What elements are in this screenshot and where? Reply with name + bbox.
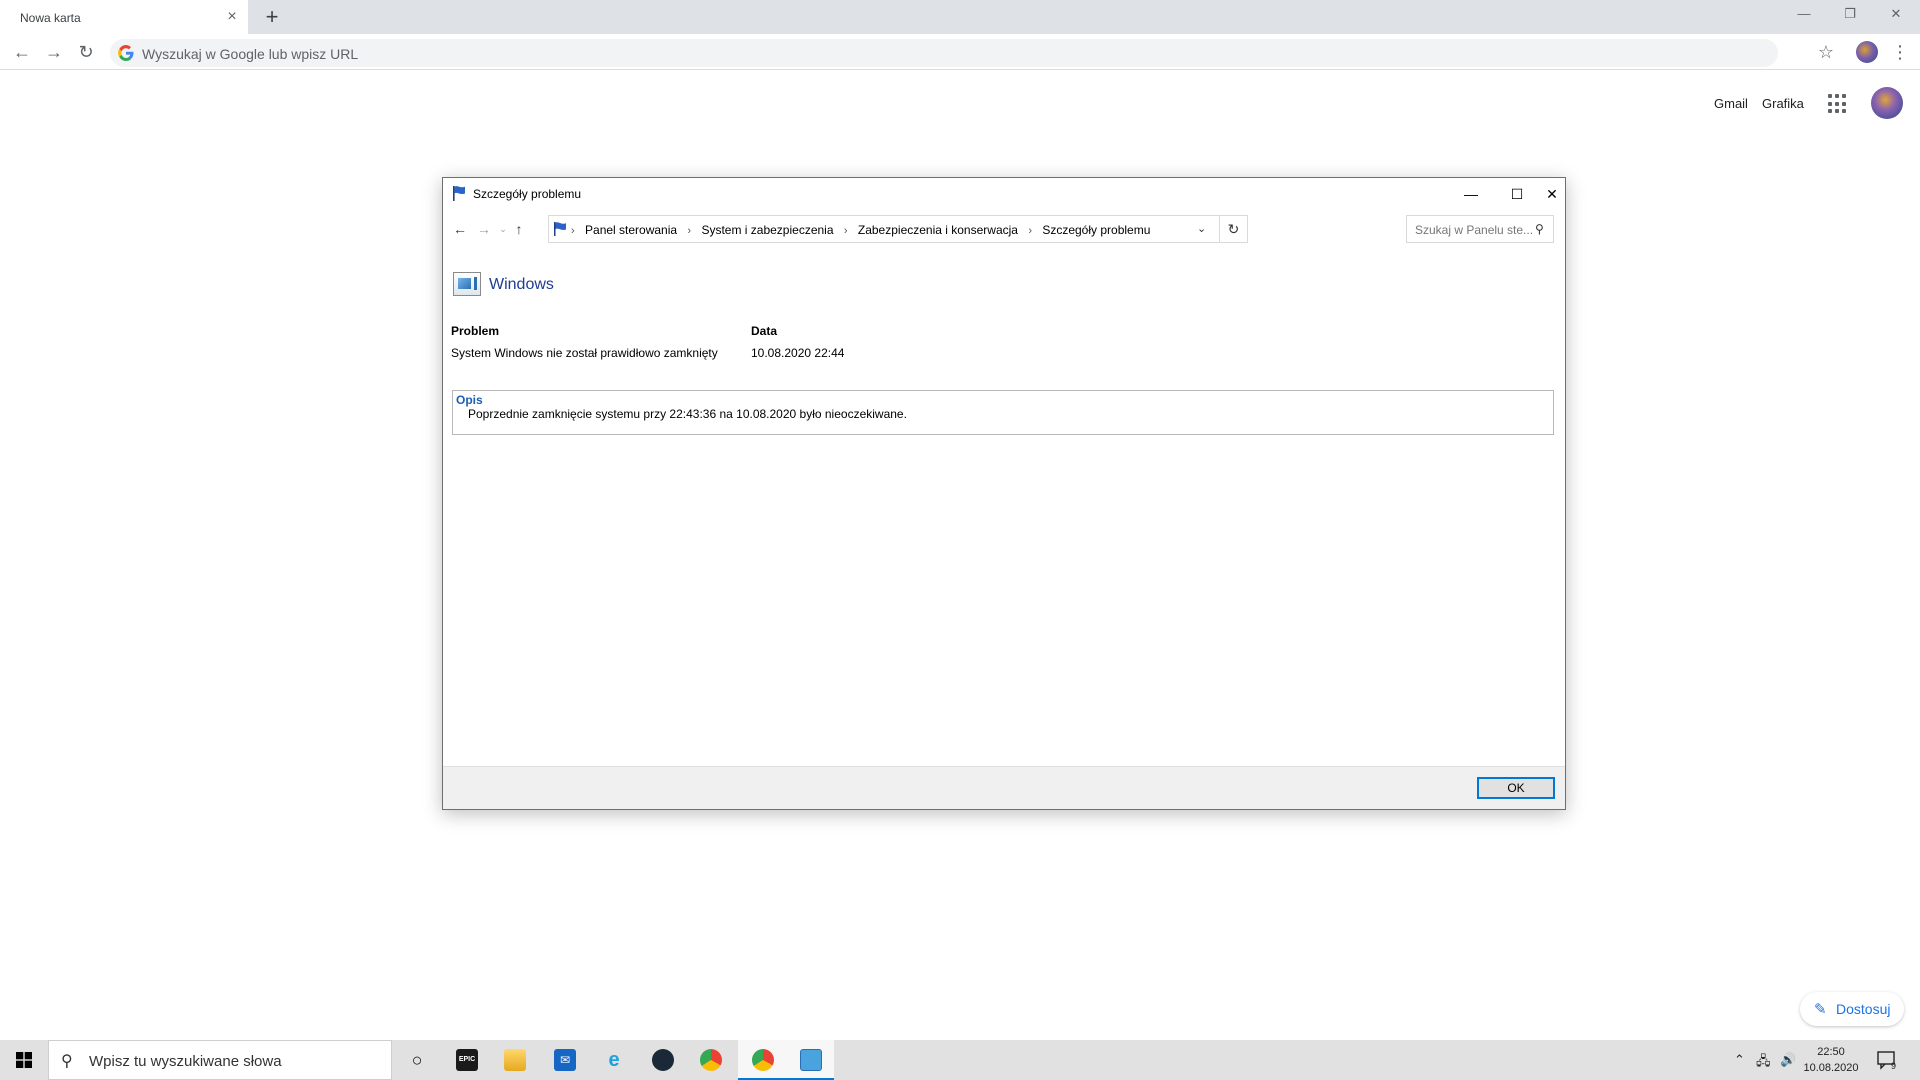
- refresh-icon[interactable]: ↻: [1220, 215, 1248, 243]
- date-value: 10.08.2020 22:44: [751, 346, 845, 360]
- close-window-icon[interactable]: ✕: [1884, 6, 1908, 26]
- app-name: Windows: [489, 276, 554, 293]
- flag-icon: [453, 186, 465, 201]
- chrome-icon[interactable]: [686, 1040, 734, 1080]
- gmail-link[interactable]: Gmail: [1714, 96, 1748, 111]
- breadcrumb: › Panel sterowania › System i zabezpiecz…: [571, 223, 1150, 237]
- profile-avatar[interactable]: [1856, 41, 1878, 63]
- minimize-icon[interactable]: —: [1792, 6, 1816, 26]
- envelope-glyph: ✉: [554, 1049, 576, 1071]
- browser-toolbar: ← → ↻ Wyszukaj w Google lub wpisz URL ☆ …: [0, 34, 1920, 70]
- notification-count: 9: [1891, 1061, 1896, 1071]
- breadcrumb-separator-icon: ›: [571, 225, 575, 237]
- windows-app-icon: [453, 272, 481, 296]
- breadcrumb-item[interactable]: Panel sterowania: [585, 223, 677, 237]
- address-dropdown-icon[interactable]: ⌄: [1197, 222, 1206, 235]
- reload-icon[interactable]: ↻: [74, 40, 98, 64]
- dialog-maximize-icon[interactable]: ☐: [1494, 182, 1540, 206]
- start-button[interactable]: [0, 1040, 48, 1080]
- back-icon[interactable]: ←: [10, 40, 34, 64]
- search-placeholder: Szukaj w Panelu ste...: [1415, 223, 1534, 237]
- description-text: Poprzednie zamknięcie systemu przy 22:43…: [468, 407, 907, 421]
- ok-button[interactable]: OK: [1477, 777, 1555, 799]
- images-link[interactable]: Grafika: [1762, 96, 1804, 111]
- chrome-menu-icon[interactable]: ⋮: [1890, 40, 1910, 64]
- breadcrumb-separator-icon[interactable]: ›: [844, 225, 848, 237]
- problem-label: Problem: [451, 324, 500, 338]
- taskbar-search-input[interactable]: ⚲ Wpisz tu wyszukiwane słowa: [48, 1040, 392, 1080]
- address-bar[interactable]: › Panel sterowania › System i zabezpiecz…: [548, 215, 1220, 243]
- restore-icon[interactable]: ❐: [1838, 6, 1862, 26]
- mail-icon[interactable]: ✉: [540, 1040, 588, 1080]
- file-explorer-icon[interactable]: [490, 1040, 538, 1080]
- chrome-glyph: [700, 1049, 722, 1071]
- control-panel-glyph: [800, 1049, 822, 1071]
- breadcrumb-item[interactable]: Zabezpieczenia i konserwacja: [858, 223, 1018, 237]
- dialog-back-icon[interactable]: ←: [451, 219, 469, 239]
- address-flag-icon: [554, 222, 566, 236]
- notification-center-icon[interactable]: 9: [1876, 1049, 1898, 1071]
- description-group: Opis Poprzednie zamknięcie systemu przy …: [452, 390, 1554, 435]
- new-tab-icon[interactable]: +: [260, 6, 284, 30]
- omnibox-placeholder: Wyszukaj w Google lub wpisz URL: [142, 46, 359, 62]
- account-avatar[interactable]: [1871, 87, 1903, 119]
- control-panel-icon[interactable]: [786, 1040, 834, 1080]
- omnibox[interactable]: Wyszukaj w Google lub wpisz URL: [110, 39, 1778, 67]
- epic-games-glyph: EPIC: [456, 1049, 478, 1071]
- dialog-title-bar[interactable]: Szczegóły problemu — ☐ ✕: [443, 178, 1565, 208]
- taskbar: ⚲ Wpisz tu wyszukiwane słowa ○ EPIC ✉ e …: [0, 1040, 1920, 1080]
- clock-date: 10.08.2020: [1803, 1062, 1859, 1074]
- network-icon[interactable]: 🖧: [1756, 1052, 1771, 1074]
- google-g-icon: [118, 45, 134, 61]
- steam-icon[interactable]: [638, 1040, 686, 1080]
- dialog-minimize-icon[interactable]: —: [1448, 182, 1494, 206]
- chrome-profile-icon[interactable]: [738, 1040, 786, 1080]
- tab-close-icon[interactable]: ×: [224, 9, 240, 25]
- folder-glyph: [504, 1049, 526, 1071]
- address-row: ← → ⌄ ↑ › Panel sterowania › System i za…: [443, 214, 1565, 244]
- clock-time: 22:50: [1817, 1046, 1845, 1058]
- cortana-glyph: ○: [411, 1050, 423, 1070]
- browser-tab[interactable]: Nowa karta ×: [0, 0, 248, 34]
- problem-details-dialog: Szczegóły problemu — ☐ ✕ ← → ⌄ ↑ › Panel…: [442, 177, 1566, 810]
- description-label: Opis: [456, 393, 483, 407]
- breadcrumb-item[interactable]: Szczegóły problemu: [1042, 223, 1150, 237]
- breadcrumb-item[interactable]: System i zabezpieczenia: [701, 223, 833, 237]
- dialog-footer: OK: [443, 766, 1565, 809]
- taskbar-search-icon: ⚲: [61, 1053, 73, 1070]
- steam-glyph: [652, 1049, 674, 1071]
- customize-button[interactable]: ✎ Dostosuj: [1800, 992, 1904, 1026]
- control-panel-search-input[interactable]: Szukaj w Panelu ste... ⚲: [1406, 215, 1554, 243]
- system-clock[interactable]: 22:50 10.08.2020: [1800, 1044, 1862, 1076]
- show-hidden-icons-icon[interactable]: ⌃: [1734, 1052, 1745, 1068]
- breadcrumb-separator-icon[interactable]: ›: [1028, 225, 1032, 237]
- dialog-forward-icon[interactable]: →: [475, 219, 493, 239]
- internet-explorer-icon[interactable]: e: [589, 1040, 637, 1080]
- up-icon[interactable]: ↑: [510, 219, 528, 239]
- forward-icon[interactable]: →: [42, 40, 66, 64]
- browser-tabstrip: Nowa karta × + — ❐ ✕: [0, 0, 1920, 34]
- breadcrumb-separator-icon[interactable]: ›: [687, 225, 691, 237]
- customize-label: Dostosuj: [1836, 1001, 1891, 1017]
- chrome-profile-glyph: [752, 1049, 774, 1071]
- volume-icon[interactable]: 🔊: [1780, 1052, 1796, 1068]
- dialog-close-icon[interactable]: ✕: [1540, 182, 1564, 206]
- cortana-icon[interactable]: ○: [392, 1040, 440, 1080]
- taskbar-search-placeholder: Wpisz tu wyszukiwane słowa: [89, 1053, 282, 1070]
- problem-value: System Windows nie został prawidłowo zam…: [451, 346, 718, 360]
- windows-logo-icon: [16, 1052, 32, 1068]
- bookmark-star-icon[interactable]: ☆: [1814, 40, 1838, 64]
- search-icon: ⚲: [1535, 222, 1544, 236]
- date-label: Data: [751, 324, 778, 338]
- ie-glyph: e: [608, 1049, 620, 1071]
- google-apps-icon[interactable]: [1828, 94, 1848, 114]
- dialog-title: Szczegóły problemu: [473, 187, 582, 201]
- pencil-icon: ✎: [1814, 1001, 1827, 1018]
- tab-title: Nowa karta: [20, 11, 81, 25]
- epic-games-icon[interactable]: EPIC: [442, 1040, 490, 1080]
